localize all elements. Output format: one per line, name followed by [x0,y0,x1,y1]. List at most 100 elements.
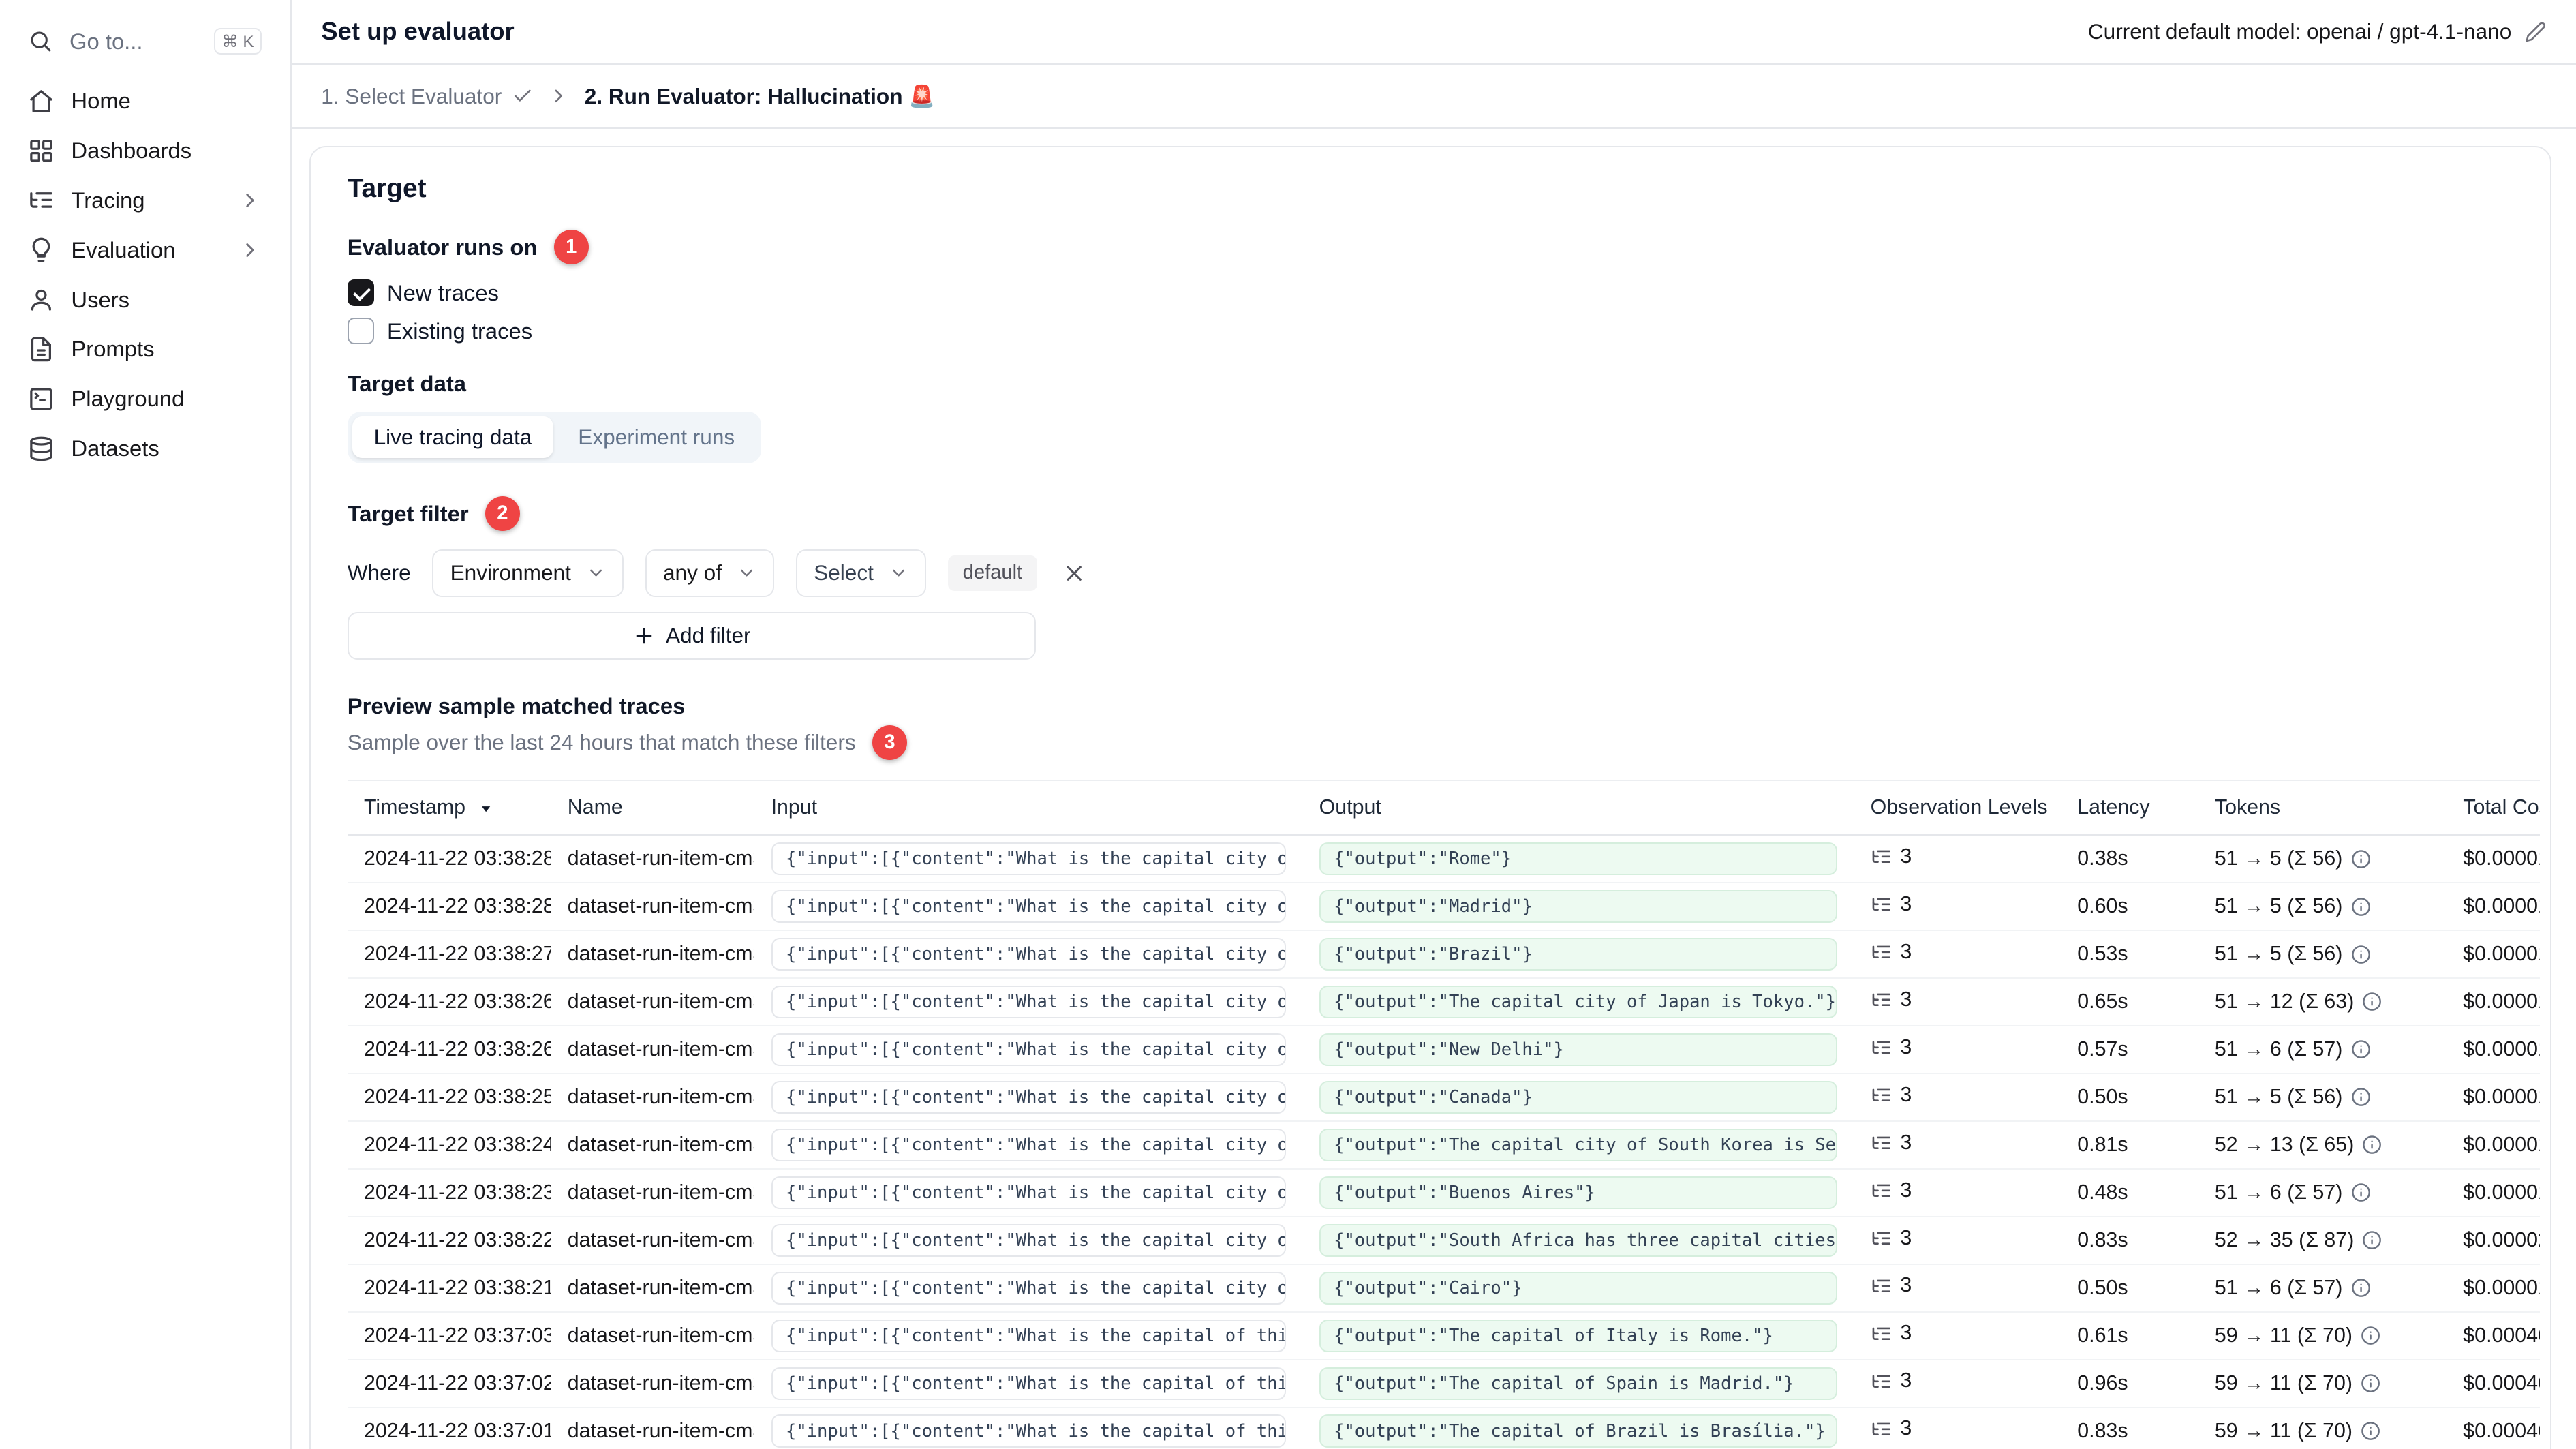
target-data-tab[interactable]: Experiment runs [557,416,756,458]
info-icon[interactable] [2362,1135,2382,1155]
output-json[interactable]: {"output":"The capital of Spain is Madri… [1319,1367,1838,1401]
trace-option[interactable]: New traces [347,279,2513,307]
output-json[interactable]: {"output":"Brazil"} [1319,937,1838,971]
timestamp-cell: 2024-11-22 03:38:25 [347,1073,551,1122]
input-json[interactable]: {"input":[{"content":"What is the capita… [771,889,1287,924]
col-timestamp[interactable]: Timestamp [347,780,551,836]
sidebar-item-label: Dashboards [71,137,192,163]
checkbox[interactable] [347,279,374,307]
info-icon[interactable] [2361,1326,2380,1345]
edit-model-icon[interactable] [2525,21,2547,43]
input-json[interactable]: {"input":[{"content":"What is the capita… [771,1080,1287,1114]
col-observation-levels[interactable]: Observation Levels [1854,780,2061,836]
sidebar-item[interactable]: Home [13,76,277,126]
trace-option[interactable]: Existing traces [347,318,2513,345]
info-icon[interactable] [2351,945,2371,964]
plus-icon [632,624,656,647]
info-icon[interactable] [2361,1421,2380,1441]
sidebar-item-icon [28,336,55,363]
input-cell: {"input":[{"content":"What is the capita… [754,1407,1303,1449]
info-icon[interactable] [2362,992,2382,1011]
output-json[interactable]: {"output":"The capital city of South Kor… [1319,1128,1838,1162]
col-tokens[interactable]: Tokens [2198,780,2447,836]
table-row[interactable]: 2024-11-22 03:38:28 dataset-run-item-cm3… [347,883,2540,932]
input-json[interactable]: {"input":[{"content":"What is the capita… [771,1033,1287,1067]
latency-cell: 0.65s [2061,978,2198,1027]
observation-levels-cell: 3 [1854,883,2061,932]
table-row[interactable]: 2024-11-22 03:38:28 dataset-run-item-cm3… [347,835,2540,884]
table-row[interactable]: 2024-11-22 03:37:03 dataset-run-item-cm3… [347,1311,2540,1360]
col-total-cost[interactable]: Total Cost [2447,780,2540,836]
remove-filter-button[interactable] [1059,558,1090,589]
info-icon[interactable] [2351,1087,2371,1107]
timestamp-cell: 2024-11-22 03:38:21 [347,1264,551,1313]
info-icon[interactable] [2351,849,2371,869]
info-icon[interactable] [2351,897,2371,917]
info-icon[interactable] [2351,1183,2371,1202]
sidebar-item-label: Datasets [71,436,159,461]
input-json[interactable]: {"input":[{"content":"What is the capita… [771,842,1287,876]
table-row[interactable]: 2024-11-22 03:37:01 dataset-run-item-cm3… [347,1407,2540,1449]
input-cell: {"input":[{"content":"What is the capita… [754,883,1303,932]
filter-operator-select[interactable]: any of [645,549,775,598]
table-row[interactable]: 2024-11-22 03:38:26 dataset-run-item-cm3… [347,1026,2540,1074]
sidebar-item[interactable]: Dashboards [13,126,277,176]
sidebar-item[interactable]: Prompts [13,324,277,374]
table-row[interactable]: 2024-11-22 03:38:27 dataset-run-item-cm3… [347,930,2540,979]
chevron-down-icon [889,563,908,583]
table-row[interactable]: 2024-11-22 03:37:02 dataset-run-item-cm3… [347,1359,2540,1408]
name-cell: dataset-run-item-cm3s4 [551,1407,755,1449]
sidebar-item[interactable]: Datasets [13,424,277,474]
table-row[interactable]: 2024-11-22 03:38:25 dataset-run-item-cm3… [347,1073,2540,1122]
output-json[interactable]: {"output":"South Africa has three capita… [1319,1223,1838,1257]
name-cell: dataset-run-item-cm3s4 [551,1120,755,1170]
checkbox[interactable] [347,318,374,345]
output-cell: {"output":"Buenos Aires"} [1302,1168,1854,1217]
info-icon[interactable] [2361,1373,2380,1393]
chevron-right-icon[interactable] [239,189,262,212]
table-row[interactable]: 2024-11-22 03:38:21 dataset-run-item-cm3… [347,1264,2540,1313]
output-json[interactable]: {"output":"The capital of Brazil is Bras… [1319,1414,1838,1448]
input-json[interactable]: {"input":[{"content":"What is the capita… [771,1271,1287,1305]
input-json[interactable]: {"input":[{"content":"What is the capita… [771,1319,1287,1353]
goto-search[interactable]: Go to... ⌘ K [13,16,277,66]
target-data-tab[interactable]: Live tracing data [352,416,553,459]
levels-icon [1871,894,1892,915]
total-cost-cell: $0.000011 [2447,1073,2540,1122]
input-json[interactable]: {"input":[{"content":"What is the capita… [771,1414,1287,1448]
output-json[interactable]: {"output":"Cairo"} [1319,1271,1838,1305]
col-latency[interactable]: Latency [2061,780,2198,836]
input-json[interactable]: {"input":[{"content":"What is the capita… [771,1128,1287,1162]
table-row[interactable]: 2024-11-22 03:38:22 dataset-run-item-cm3… [347,1216,2540,1265]
output-json[interactable]: {"output":"Buenos Aires"} [1319,1176,1838,1210]
info-icon[interactable] [2351,1039,2371,1059]
input-json[interactable]: {"input":[{"content":"What is the capita… [771,985,1287,1019]
output-json[interactable]: {"output":"New Delhi"} [1319,1033,1838,1067]
input-json[interactable]: {"input":[{"content":"What is the capita… [771,1176,1287,1210]
input-json[interactable]: {"input":[{"content":"What is the capita… [771,1223,1287,1257]
output-json[interactable]: {"output":"The capital of Italy is Rome.… [1319,1319,1838,1353]
col-name[interactable]: Name [551,780,755,836]
add-filter-button[interactable]: Add filter [347,611,1037,660]
table-row[interactable]: 2024-11-22 03:38:23 dataset-run-item-cm3… [347,1168,2540,1217]
col-input[interactable]: Input [754,780,1303,836]
sidebar-item[interactable]: Users [13,275,277,324]
info-icon[interactable] [2351,1278,2371,1298]
output-json[interactable]: {"output":"Madrid"} [1319,889,1838,924]
input-json[interactable]: {"input":[{"content":"What is the capita… [771,937,1287,971]
sidebar-item[interactable]: Evaluation [13,225,277,275]
info-icon[interactable] [2362,1230,2382,1250]
col-output[interactable]: Output [1302,780,1854,836]
output-json[interactable]: {"output":"Canada"} [1319,1080,1838,1114]
sidebar-item[interactable]: Playground [13,374,277,424]
breadcrumb-step1[interactable]: 1. Select Evaluator [321,84,533,109]
chevron-right-icon[interactable] [239,239,262,262]
input-json[interactable]: {"input":[{"content":"What is the capita… [771,1367,1287,1401]
table-row[interactable]: 2024-11-22 03:38:24 dataset-run-item-cm3… [347,1120,2540,1170]
output-json[interactable]: {"output":"The capital city of Japan is … [1319,985,1838,1019]
output-json[interactable]: {"output":"Rome"} [1319,842,1838,876]
filter-column-select[interactable]: Environment [432,549,624,598]
table-row[interactable]: 2024-11-22 03:38:26 dataset-run-item-cm3… [347,978,2540,1027]
filter-value-select[interactable]: Select [795,549,927,598]
sidebar-item[interactable]: Tracing [13,175,277,225]
